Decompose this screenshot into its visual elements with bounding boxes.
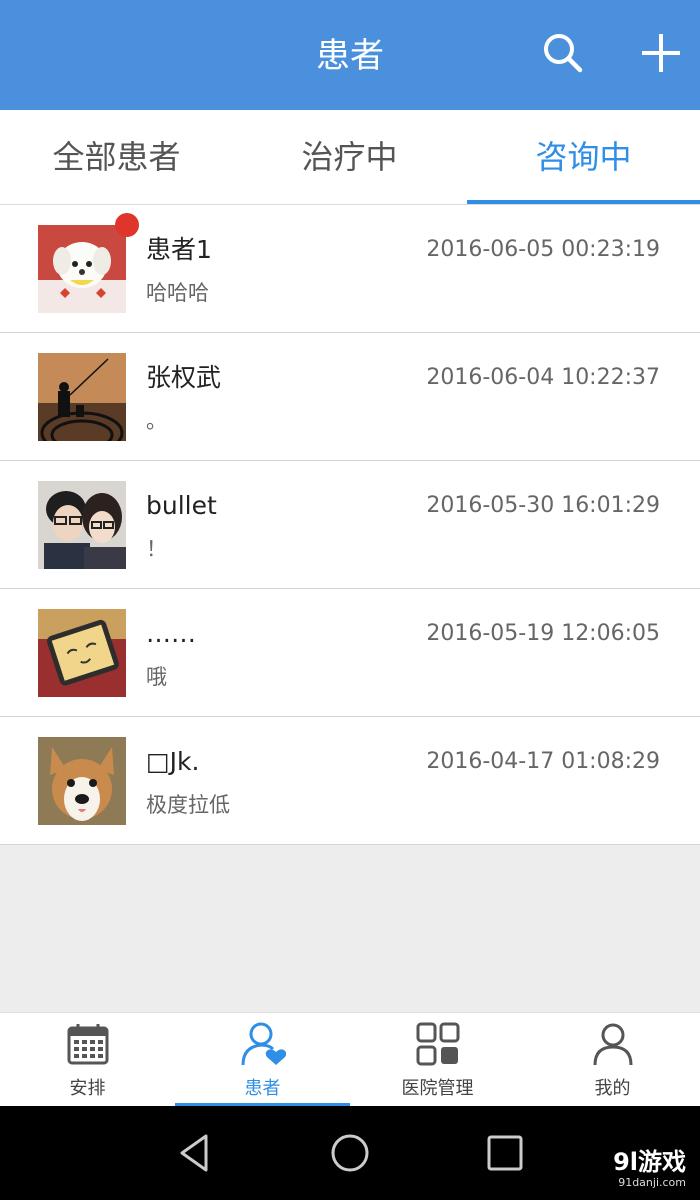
list-item[interactable]: 张权武 。 2016-06-04 10:22:37 xyxy=(0,333,700,461)
contact-name: bullet xyxy=(146,491,217,520)
nav-mine[interactable]: 我的 xyxy=(525,1013,700,1107)
message-time: 2016-05-19 12:06:05 xyxy=(426,621,660,646)
recents-icon[interactable] xyxy=(484,1132,526,1174)
page-title: 患者 xyxy=(316,36,384,76)
watermark: 9l游戏 91danji.com xyxy=(613,1148,686,1190)
message-time: 2016-04-17 01:08:29 xyxy=(426,749,660,774)
nav-label: 患者 xyxy=(244,1078,281,1099)
avatar xyxy=(38,481,126,569)
add-icon[interactable] xyxy=(638,30,684,76)
conversation-list: 患者1 哈哈哈 2016-06-05 00:23:19 张权武 。 2016-0… xyxy=(0,205,700,845)
nav-schedule[interactable]: 安排 xyxy=(0,1013,175,1107)
last-message: 哈哈哈 xyxy=(146,281,209,305)
contact-name: □Jk. xyxy=(146,747,200,776)
patient-heart-icon xyxy=(241,1022,286,1066)
message-time: 2016-06-04 10:22:37 xyxy=(426,365,660,390)
watermark-url: 91danji.com xyxy=(618,1176,686,1189)
list-item[interactable]: bullet ！ 2016-05-30 16:01:29 xyxy=(0,461,700,589)
bottom-nav: 安排 患者 医院管理 我的 xyxy=(0,1012,700,1107)
tab-all-patients[interactable]: 全部患者 xyxy=(0,110,233,204)
tab-in-treatment[interactable]: 治疗中 xyxy=(233,110,466,204)
list-item[interactable]: 患者1 哈哈哈 2016-06-05 00:23:19 xyxy=(0,205,700,333)
nav-label: 安排 xyxy=(69,1078,106,1099)
active-tab-indicator xyxy=(467,200,700,204)
nav-hospital-management[interactable]: 医院管理 xyxy=(350,1013,525,1107)
message-time: 2016-06-05 00:23:19 xyxy=(426,237,660,262)
last-message: 。 xyxy=(146,409,167,433)
avatar xyxy=(38,737,126,825)
search-icon[interactable] xyxy=(540,30,586,76)
contact-name: 患者1 xyxy=(146,235,212,264)
tab-consulting[interactable]: 咨询中 xyxy=(467,110,700,204)
avatar xyxy=(38,353,126,441)
avatar xyxy=(38,225,126,313)
nav-label: 我的 xyxy=(594,1078,631,1099)
tab-bar: 全部患者 治疗中 咨询中 xyxy=(0,110,700,205)
person-icon xyxy=(593,1023,633,1066)
list-item[interactable]: □Jk. 极度拉低 2016-04-17 01:08:29 xyxy=(0,717,700,845)
nav-patients[interactable]: 患者 xyxy=(175,1013,350,1107)
top-bar: 患者 xyxy=(0,0,700,110)
last-message: ！ xyxy=(146,537,167,561)
grid-icon xyxy=(416,1022,460,1066)
calendar-icon xyxy=(67,1024,109,1065)
contact-name: …… xyxy=(146,619,196,648)
watermark-logo: 9l游戏 xyxy=(613,1148,686,1176)
list-item[interactable]: …… 哦 2016-05-19 12:06:05 xyxy=(0,589,700,717)
nav-label: 医院管理 xyxy=(401,1078,474,1099)
home-icon[interactable] xyxy=(329,1132,371,1174)
unread-badge xyxy=(115,213,139,237)
last-message: 哦 xyxy=(146,665,167,689)
system-nav-bar xyxy=(0,1106,700,1200)
avatar xyxy=(38,609,126,697)
message-time: 2016-05-30 16:01:29 xyxy=(426,493,660,518)
contact-name: 张权武 xyxy=(146,363,222,392)
last-message: 极度拉低 xyxy=(146,793,230,817)
back-icon[interactable] xyxy=(174,1132,216,1174)
